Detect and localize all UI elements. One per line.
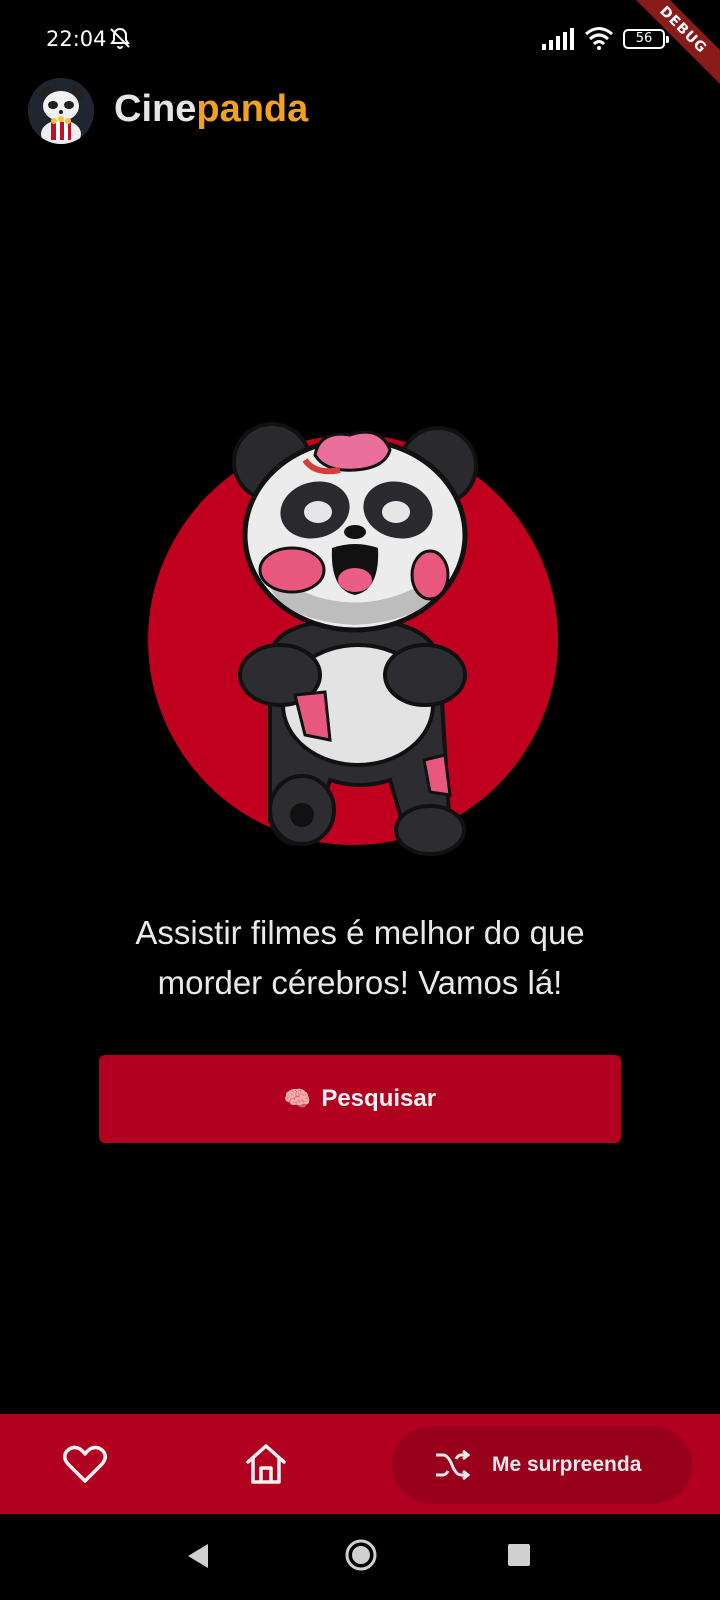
battery-level: 56 [635,31,653,46]
recents-icon[interactable] [508,1544,530,1566]
surprise-button[interactable]: Me surpreenda [392,1426,692,1504]
app-title-part2: panda [196,88,309,130]
panda-logo-icon [28,78,94,144]
search-button[interactable]: 🧠 Pesquisar [99,1055,621,1143]
wifi-icon [585,27,613,50]
home-icon[interactable] [244,1442,288,1486]
system-nav-bar [0,1514,720,1600]
brain-icon: 🧠 [283,1086,312,1111]
surprise-label: Me surpreenda [492,1453,642,1476]
tagline: Assistir filmes é melhor do que morder c… [60,908,660,1008]
bottom-nav: Me surpreenda [0,1414,720,1514]
search-button-label: Pesquisar [321,1085,437,1112]
app-title-part1: Cine [114,88,197,130]
app-header: Cinepanda [0,78,720,144]
shuffle-icon [436,1449,470,1481]
zombie-panda-illustration [140,420,580,870]
heart-icon[interactable] [62,1444,108,1484]
home-circle-icon[interactable] [344,1538,378,1572]
tagline-line-2: morder cérebros! Vamos lá! [157,964,563,1001]
app-title: Cinepanda [114,88,308,131]
bell-off-icon [110,27,130,49]
signal-icon [542,28,574,50]
back-icon[interactable] [186,1542,210,1570]
status-time: 22:04 [46,27,107,51]
battery-icon: 56 [623,29,669,49]
tagline-line-1: Assistir filmes é melhor do que [135,914,585,951]
status-bar: 22:04 56 [0,0,720,80]
